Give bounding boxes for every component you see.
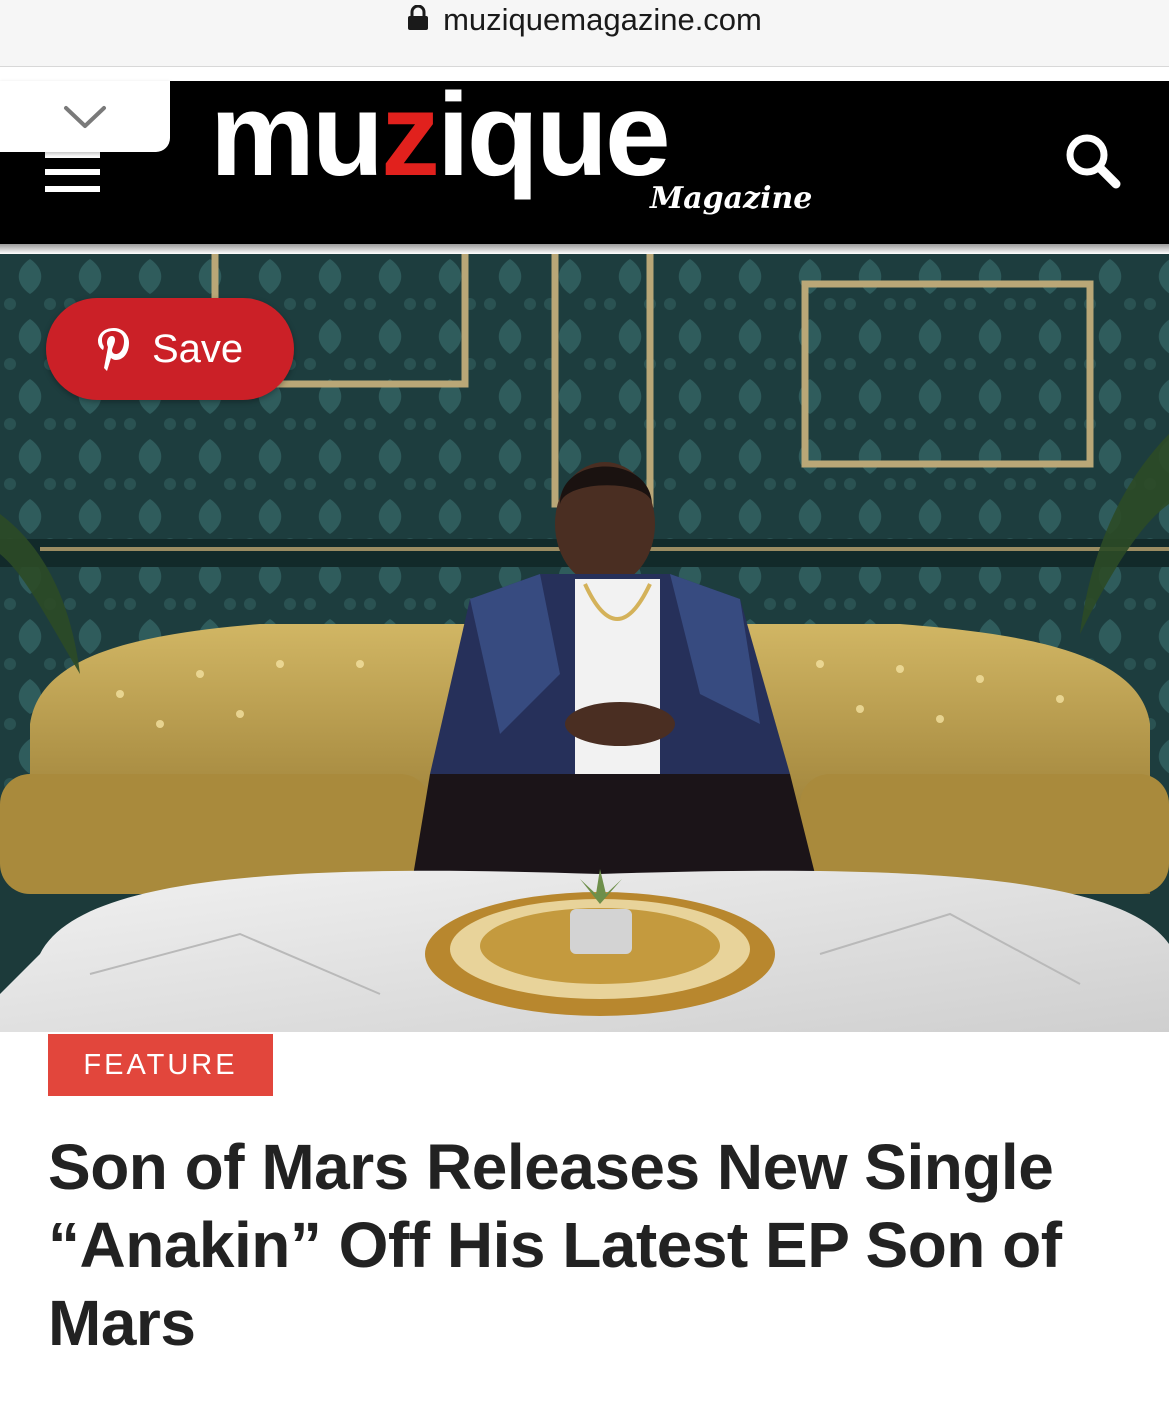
menu-icon[interactable] bbox=[45, 152, 100, 192]
save-label: Save bbox=[152, 326, 244, 371]
browser-url-bar[interactable]: muziquemagazine.com bbox=[0, 0, 1169, 67]
article-title: Son of Mars Releases New Single “Anakin”… bbox=[48, 1131, 1062, 1359]
pinterest-icon bbox=[98, 328, 129, 371]
collapse-header-button[interactable] bbox=[0, 81, 170, 152]
url-text[interactable]: muziquemagazine.com bbox=[443, 2, 762, 38]
category-badge[interactable]: FEATURE bbox=[48, 1034, 273, 1096]
site-logo[interactable]: muzique Magazine bbox=[210, 69, 830, 238]
header-shadow bbox=[0, 244, 1169, 254]
chevron-down-icon bbox=[64, 105, 106, 128]
logo-wordmark: muzique bbox=[210, 69, 671, 201]
logo-subtitle: Magazine bbox=[650, 181, 813, 216]
pinterest-save-button[interactable]: Save bbox=[46, 298, 294, 400]
search-icon[interactable] bbox=[1062, 130, 1122, 190]
lock-icon bbox=[408, 5, 429, 30]
